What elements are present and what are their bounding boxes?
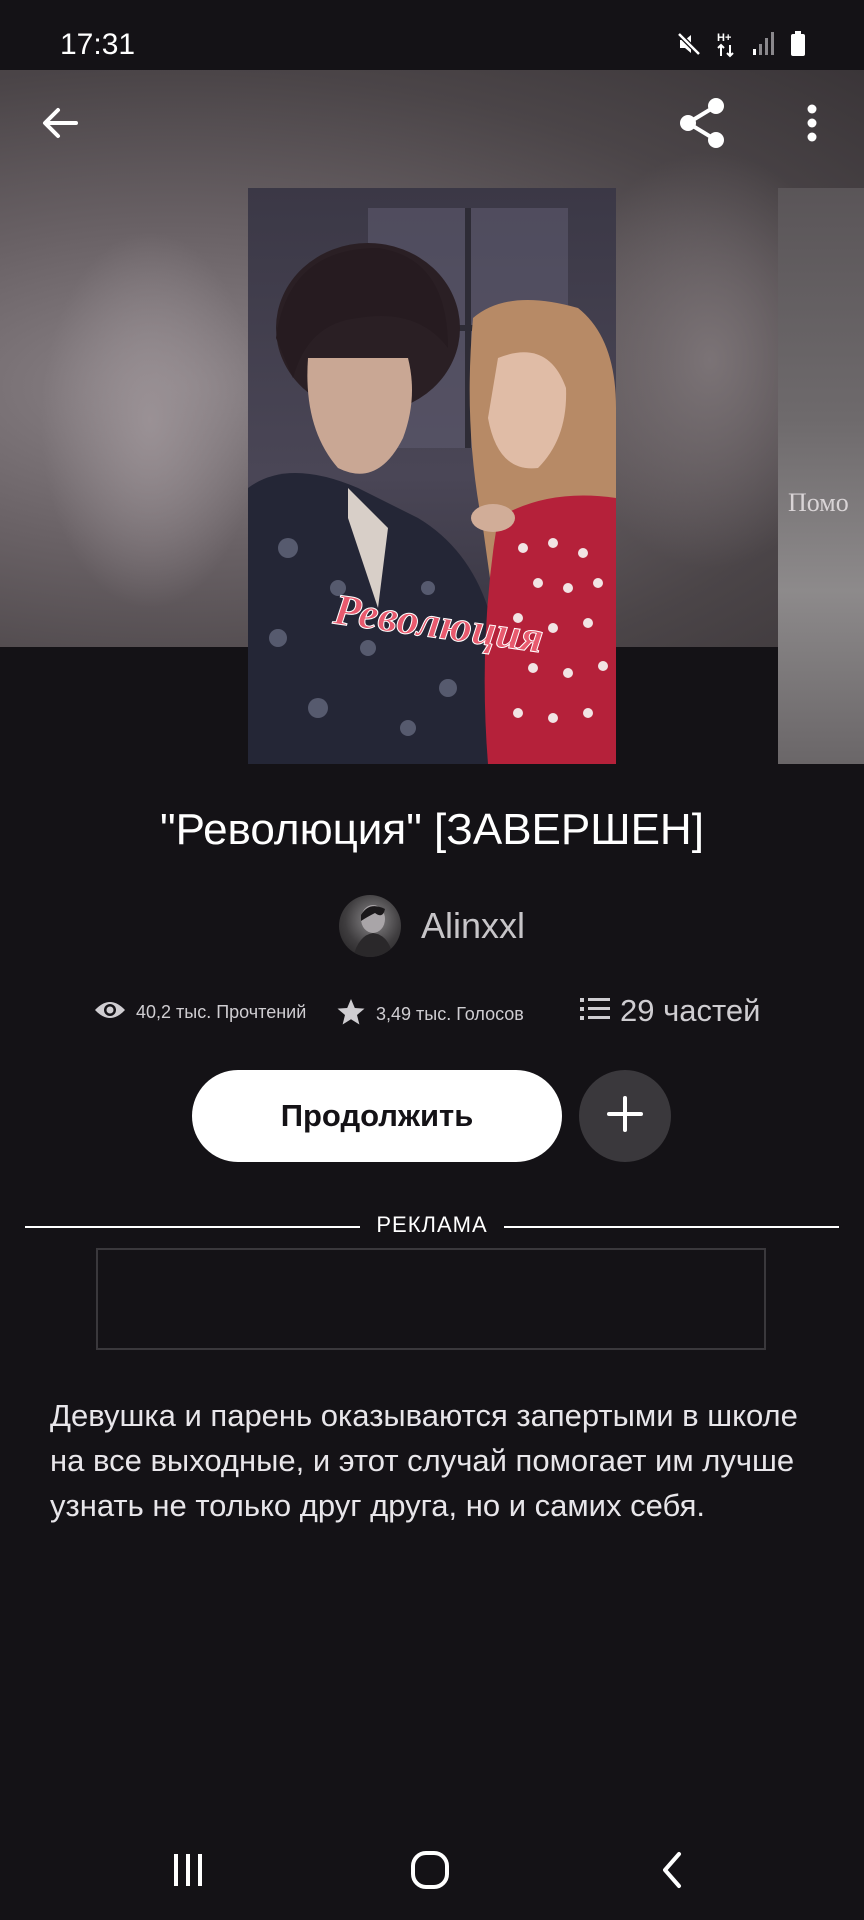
list-icon [580, 997, 610, 1026]
next-story-cover[interactable]: Помо [778, 188, 864, 764]
star-icon [336, 997, 366, 1032]
share-button[interactable] [672, 95, 732, 155]
ad-line-right [504, 1226, 839, 1228]
ad-label: РЕКЛАМА [376, 1212, 488, 1237]
votes-stat: 3,49 тыс. Голосов [336, 997, 524, 1032]
story-description: Девушка и парень оказываются запертыми в… [50, 1398, 798, 1523]
data-arrows-icon: H+ [716, 30, 738, 63]
back-arrow-icon [40, 103, 80, 148]
recent-apps-icon [168, 1850, 208, 1895]
more-vertical-icon [806, 103, 818, 148]
top-app-bar [0, 70, 864, 190]
home-button[interactable] [390, 1850, 470, 1894]
story-title: "Революция" [ЗАВЕРШЕН] [160, 805, 704, 854]
continue-reading-button[interactable]: Продолжить [192, 1070, 562, 1162]
system-nav-bar [0, 1820, 864, 1920]
ad-slot[interactable] [96, 1248, 766, 1350]
story-details-screen: 17:31 H+ Революция Помо "Революция" [ЗАВ… [0, 0, 864, 1920]
next-cover-text: Помо [788, 488, 849, 517]
parts-count[interactable]: 29 частей [620, 993, 760, 1029]
parts-stat[interactable]: 29 частей [580, 993, 760, 1029]
reads-stat: 40,2 тыс. Прочтений [94, 999, 306, 1026]
ad-divider: РЕКЛАМА [25, 1212, 839, 1242]
status-icons: H+ [676, 30, 806, 63]
votes-count: 3,49 тыс. Голосов [376, 1004, 524, 1024]
status-bar: 17:31 H+ [0, 0, 864, 70]
plus-icon [607, 1095, 643, 1137]
system-back-button[interactable] [632, 1850, 712, 1894]
signal-icon [752, 31, 776, 62]
story-cover[interactable]: Революция [248, 188, 616, 764]
back-button[interactable] [30, 95, 90, 155]
avatar[interactable] [338, 895, 401, 957]
story-cover-image: Революция [248, 188, 616, 764]
author-row[interactable]: Alinxxl [0, 895, 864, 957]
story-stats: 40,2 тыс. Прочтений 3,49 тыс. Голосов 29… [0, 993, 864, 1039]
add-to-library-button[interactable] [579, 1070, 671, 1162]
more-options-button[interactable] [786, 95, 838, 155]
share-icon [676, 96, 728, 155]
back-icon [657, 1850, 687, 1895]
home-icon [409, 1849, 451, 1896]
mute-icon [676, 31, 702, 62]
author-name[interactable]: Alinxxl [421, 905, 525, 947]
reads-count: 40,2 тыс. Прочтений [136, 1002, 307, 1022]
status-time: 17:31 [60, 28, 136, 61]
recent-apps-button[interactable] [148, 1850, 228, 1894]
svg-text:H+: H+ [717, 32, 731, 44]
eye-icon [94, 999, 126, 1026]
battery-icon [790, 30, 806, 63]
